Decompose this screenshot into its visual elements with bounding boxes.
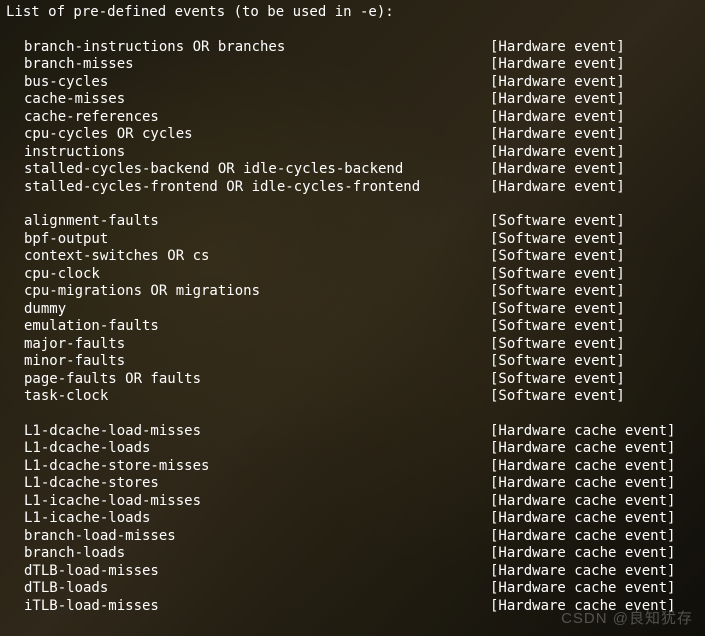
event-name: L1-dcache-store-misses — [6, 458, 209, 476]
event-name: branch-instructions OR branches — [6, 39, 285, 57]
event-type: [Hardware cache event] — [490, 423, 675, 441]
event-type: [Hardware event] — [490, 126, 625, 144]
event-line: branch-misses [Hardware event] — [6, 56, 699, 74]
event-line: major-faults [Software event] — [6, 336, 699, 354]
event-type: [Software event] — [490, 248, 625, 266]
event-line: branch-load-misses [Hardware cache event] — [6, 528, 699, 546]
event-name: dTLB-load-misses — [6, 563, 159, 581]
event-type: [Hardware cache event] — [490, 545, 675, 563]
event-type: [Software event] — [490, 336, 625, 354]
event-type: [Software event] — [490, 371, 625, 389]
event-line: minor-faults [Software event] — [6, 353, 699, 371]
event-name: major-faults — [6, 336, 125, 354]
event-name: stalled-cycles-backend OR idle-cycles-ba… — [6, 161, 403, 179]
event-line: context-switches OR cs [Software event] — [6, 248, 699, 266]
event-name: instructions — [6, 144, 125, 162]
event-name: cache-references — [6, 109, 159, 127]
event-line: instructions [Hardware event] — [6, 144, 699, 162]
event-line: alignment-faults [Software event] — [6, 213, 699, 231]
event-name: stalled-cycles-frontend OR idle-cycles-f… — [6, 179, 420, 197]
event-name: dTLB-loads — [6, 580, 108, 598]
event-name: minor-faults — [6, 353, 125, 371]
event-line: task-clock [Software event] — [6, 388, 699, 406]
event-name: cache-misses — [6, 91, 125, 109]
event-type: [Hardware event] — [490, 109, 625, 127]
event-line: cpu-migrations OR migrations [Software ev… — [6, 283, 699, 301]
event-type: [Hardware cache event] — [490, 475, 675, 493]
event-type: [Software event] — [490, 353, 625, 371]
event-name: bus-cycles — [6, 74, 108, 92]
event-line: L1-icache-load-misses [Hardware cache eve… — [6, 493, 699, 511]
event-name: branch-loads — [6, 545, 125, 563]
event-name: cpu-cycles OR cycles — [6, 126, 193, 144]
event-line: stalled-cycles-backend OR idle-cycles-ba… — [6, 161, 699, 179]
event-type: [Hardware cache event] — [490, 440, 675, 458]
event-name: page-faults OR faults — [6, 371, 201, 389]
event-type: [Hardware event] — [490, 179, 625, 197]
event-type: [Software event] — [490, 301, 625, 319]
event-type: [Software event] — [490, 388, 625, 406]
event-type: [Software event] — [490, 231, 625, 249]
event-type: [Software event] — [490, 318, 625, 336]
events-container: branch-instructions OR branches [Hardware… — [6, 39, 699, 616]
event-name: L1-dcache-stores — [6, 475, 159, 493]
event-type: [Hardware event] — [490, 161, 625, 179]
event-type: [Hardware cache event] — [490, 580, 675, 598]
event-name: alignment-faults — [6, 213, 159, 231]
event-name: L1-icache-load-misses — [6, 493, 201, 511]
event-line: bus-cycles [Hardware event] — [6, 74, 699, 92]
event-line: branch-loads [Hardware cache event] — [6, 545, 699, 563]
event-line: stalled-cycles-frontend OR idle-cycles-f… — [6, 179, 699, 197]
event-name: cpu-migrations OR migrations — [6, 283, 260, 301]
event-line: page-faults OR faults [Software event] — [6, 371, 699, 389]
event-line: branch-instructions OR branches [Hardware… — [6, 39, 699, 57]
event-type: [Software event] — [490, 266, 625, 284]
event-line: bpf-output [Software event] — [6, 231, 699, 249]
event-line: L1-dcache-loads [Hardware cache event] — [6, 440, 699, 458]
watermark-text: CSDN @良知犹存 — [561, 607, 693, 628]
event-name: L1-icache-loads — [6, 510, 150, 528]
event-type: [Hardware event] — [490, 91, 625, 109]
group-separator — [6, 406, 699, 423]
events-list-header: List of pre-defined events (to be used i… — [6, 4, 699, 22]
event-name: emulation-faults — [6, 318, 159, 336]
event-type: [Hardware event] — [490, 39, 625, 57]
event-line: dummy [Software event] — [6, 301, 699, 319]
event-type: [Software event] — [490, 213, 625, 231]
event-line: cpu-clock [Software event] — [6, 266, 699, 284]
event-line: L1-dcache-load-misses [Hardware cache eve… — [6, 423, 699, 441]
event-type: [Hardware cache event] — [490, 510, 675, 528]
event-line: emulation-faults [Software event] — [6, 318, 699, 336]
event-type: [Hardware cache event] — [490, 493, 675, 511]
event-line: cache-references [Hardware event] — [6, 109, 699, 127]
event-line: L1-dcache-store-misses [Hardware cache ev… — [6, 458, 699, 476]
event-type: [Hardware event] — [490, 56, 625, 74]
event-type: [Hardware event] — [490, 74, 625, 92]
event-name: iTLB-load-misses — [6, 598, 159, 616]
event-line: dTLB-loads [Hardware cache event] — [6, 580, 699, 598]
event-line: cpu-cycles OR cycles [Hardware event] — [6, 126, 699, 144]
event-type: [Hardware event] — [490, 144, 625, 162]
event-line: L1-dcache-stores [Hardware cache event] — [6, 475, 699, 493]
event-name: task-clock — [6, 388, 108, 406]
terminal-output: List of pre-defined events (to be used i… — [6, 4, 699, 615]
event-name: branch-misses — [6, 56, 134, 74]
event-type: [Software event] — [490, 283, 625, 301]
event-name: L1-dcache-load-misses — [6, 423, 201, 441]
event-name: dummy — [6, 301, 66, 319]
event-type: [Hardware cache event] — [490, 528, 675, 546]
group-separator — [6, 196, 699, 213]
event-line: L1-icache-loads [Hardware cache event] — [6, 510, 699, 528]
event-name: bpf-output — [6, 231, 108, 249]
event-name: branch-load-misses — [6, 528, 176, 546]
event-line: dTLB-load-misses [Hardware cache event] — [6, 563, 699, 581]
event-line: cache-misses [Hardware event] — [6, 91, 699, 109]
event-type: [Hardware cache event] — [490, 458, 675, 476]
event-type: [Hardware cache event] — [490, 563, 675, 581]
event-name: context-switches OR cs — [6, 248, 209, 266]
event-name: L1-dcache-loads — [6, 440, 150, 458]
event-name: cpu-clock — [6, 266, 100, 284]
